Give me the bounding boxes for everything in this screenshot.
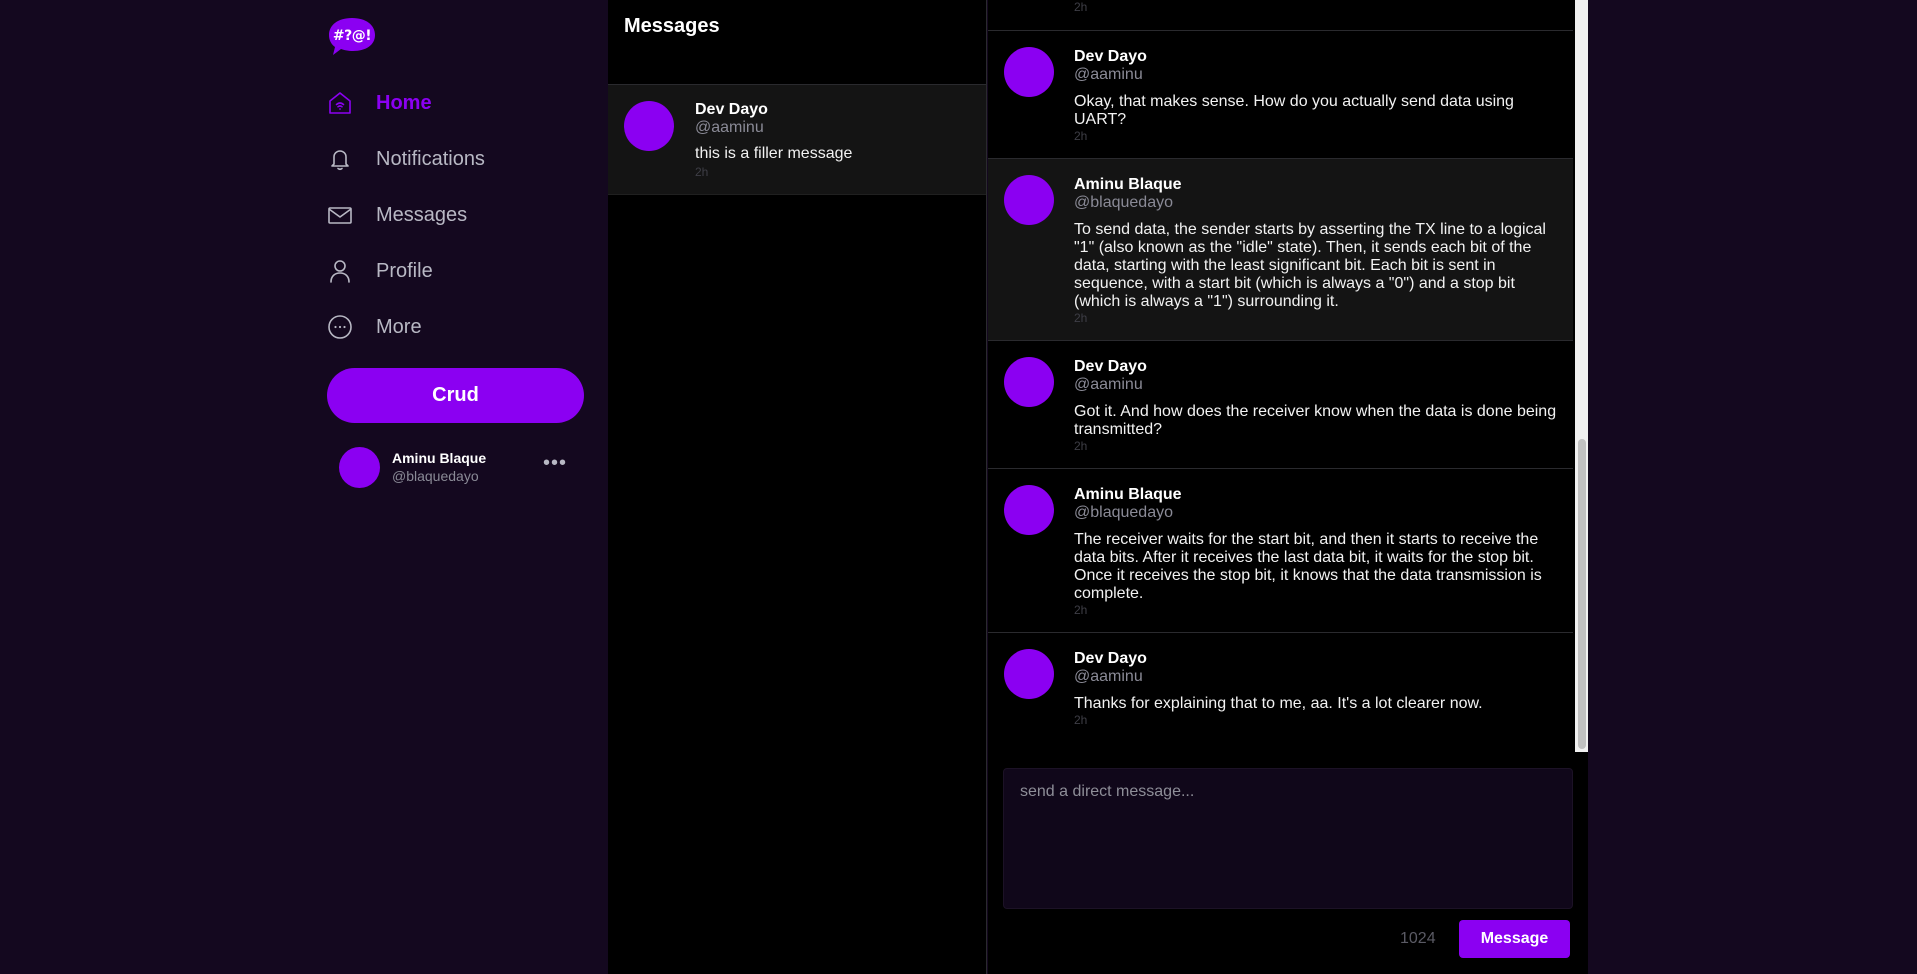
- message-item: Aminu Blaque @blaquedayo To send data, t…: [988, 159, 1573, 341]
- message-author: Aminu Blaque: [1074, 486, 1182, 503]
- avatar[interactable]: [1004, 47, 1054, 97]
- message-partial: 2h: [988, 0, 1573, 31]
- main-nav: Home Notifications Messages Profile More: [327, 75, 587, 355]
- nav-label-home: Home: [376, 91, 432, 114]
- conversation-handle: @aaminu: [695, 119, 764, 136]
- conversation-meta: Dev Dayo @aaminu this is a filler messag…: [695, 100, 852, 179]
- conversation-name: Dev Dayo: [695, 101, 768, 118]
- user-name: Aminu Blaque: [392, 450, 487, 466]
- chat-panel: 2h Dev Dayo @aaminu Okay, that makes sen…: [988, 0, 1588, 974]
- message-handle: @aaminu: [1074, 668, 1143, 685]
- message-input[interactable]: [1003, 768, 1573, 909]
- scrollbar-thumb[interactable]: [1578, 439, 1586, 749]
- app-logo[interactable]: #?@!: [327, 16, 377, 58]
- sidebar: #?@! Home Notifications Messages Profile…: [327, 0, 587, 974]
- user-icon: [327, 258, 353, 284]
- avatar: [624, 101, 674, 151]
- conversation-time: 2h: [695, 165, 709, 179]
- current-user-card[interactable]: Aminu Blaque @blaquedayo •••: [339, 446, 579, 488]
- message-author: Aminu Blaque: [1074, 176, 1182, 193]
- message-text: Okay, that makes sense. How do you actua…: [1074, 93, 1514, 128]
- ellipsis-icon[interactable]: •••: [543, 452, 567, 475]
- send-message-button[interactable]: Message: [1459, 920, 1570, 958]
- crud-button[interactable]: Crud: [327, 368, 584, 423]
- nav-item-profile[interactable]: Profile: [327, 243, 587, 299]
- avatar[interactable]: [1004, 485, 1054, 535]
- page-title: Messages: [624, 15, 720, 37]
- more-circle-icon: [327, 314, 353, 340]
- message-text: The receiver waits for the start bit, an…: [1074, 531, 1542, 602]
- message-thread[interactable]: 2h Dev Dayo @aaminu Okay, that makes sen…: [988, 0, 1573, 752]
- message-text: To send data, the sender starts by asser…: [1074, 221, 1546, 310]
- avatar[interactable]: [1004, 649, 1054, 699]
- message-handle: @blaquedayo: [1074, 194, 1173, 211]
- message-time: 2h: [1074, 0, 1088, 14]
- avatar[interactable]: [1004, 175, 1054, 225]
- conversation-item[interactable]: Dev Dayo @aaminu this is a filler messag…: [608, 85, 986, 195]
- avatar[interactable]: [1004, 357, 1054, 407]
- conversations-header: Messages: [608, 0, 986, 85]
- message-text: Got it. And how does the receiver know w…: [1074, 403, 1557, 438]
- envelope-icon: [327, 202, 353, 228]
- message-handle: @aaminu: [1074, 376, 1143, 393]
- message-handle: @aaminu: [1074, 66, 1143, 83]
- nav-item-more[interactable]: More: [327, 299, 587, 355]
- user-meta: Aminu Blaque @blaquedayo: [392, 449, 543, 485]
- message-item: Dev Dayo @aaminu Got it. And how does th…: [988, 341, 1573, 469]
- message-item: Dev Dayo @aaminu Okay, that makes sense.…: [988, 31, 1573, 159]
- home-icon: [327, 90, 353, 116]
- message-time: 2h: [1074, 129, 1088, 143]
- user-handle: @blaquedayo: [392, 468, 479, 484]
- message-time: 2h: [1074, 713, 1088, 727]
- nav-item-messages[interactable]: Messages: [327, 187, 587, 243]
- message-text: Thanks for explaining that to me, aa. It…: [1074, 695, 1483, 712]
- nav-label-more: More: [376, 315, 422, 338]
- nav-label-notifications: Notifications: [376, 147, 485, 170]
- message-time: 2h: [1074, 603, 1088, 617]
- message-handle: @blaquedayo: [1074, 504, 1173, 521]
- scrollbar[interactable]: [1575, 0, 1588, 752]
- avatar: [339, 446, 380, 488]
- message-author: Dev Dayo: [1074, 650, 1147, 667]
- message-author: Dev Dayo: [1074, 48, 1147, 65]
- bell-icon: [327, 146, 353, 172]
- nav-label-messages: Messages: [376, 203, 468, 226]
- message-author: Dev Dayo: [1074, 358, 1147, 375]
- nav-label-profile: Profile: [376, 259, 433, 282]
- conversation-preview: this is a filler message: [695, 145, 853, 162]
- message-time: 2h: [1074, 439, 1088, 453]
- message-item: Aminu Blaque @blaquedayo The receiver wa…: [988, 469, 1573, 633]
- message-time: 2h: [1074, 311, 1088, 325]
- nav-item-home[interactable]: Home: [327, 75, 587, 131]
- logo-text: #?@!: [332, 27, 372, 44]
- nav-item-notifications[interactable]: Notifications: [327, 131, 587, 187]
- char-counter: 1024: [1400, 930, 1436, 947]
- message-item: Dev Dayo @aaminu Thanks for explaining t…: [988, 633, 1573, 742]
- conversations-panel: Messages Dev Dayo @aaminu this is a fill…: [608, 0, 987, 974]
